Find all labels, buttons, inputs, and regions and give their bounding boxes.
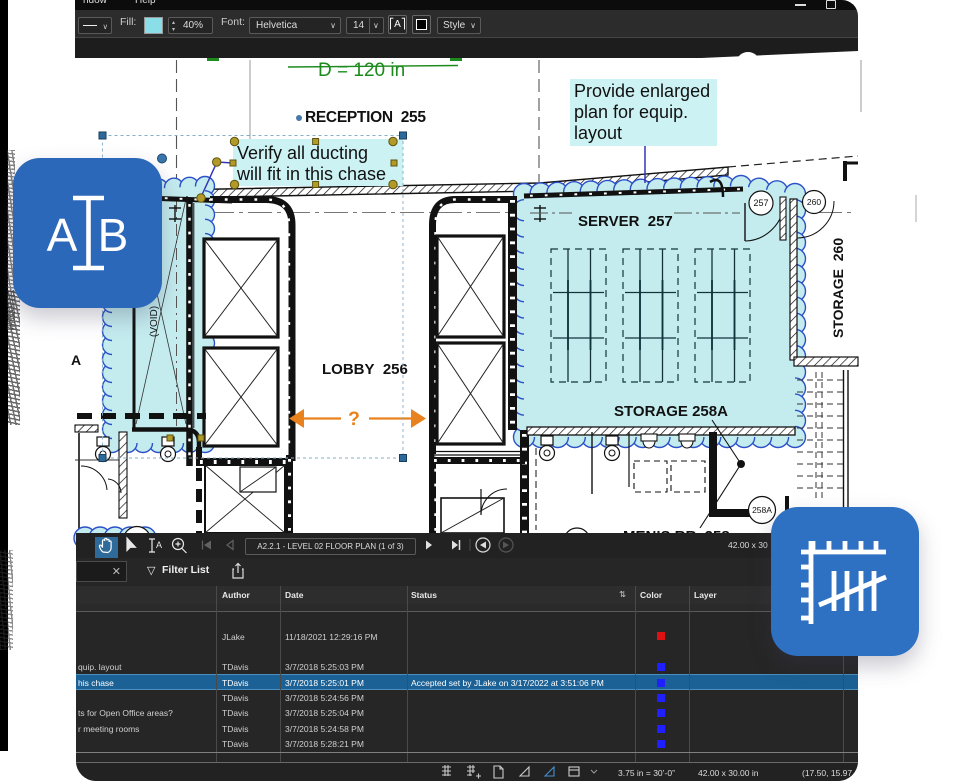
svg-text:260: 260 <box>807 197 821 207</box>
svg-text:LOBBY 256: LOBBY 256 <box>322 361 408 378</box>
svg-text:258A: 258A <box>752 505 772 515</box>
svg-text:plan for equip.: plan for equip. <box>574 102 688 122</box>
svg-text:D = 120 in: D = 120 in <box>318 60 405 81</box>
svg-text:layout: layout <box>574 123 622 143</box>
svg-text:will fit in this chase: will fit in this chase <box>236 164 386 184</box>
svg-text:?: ? <box>348 408 360 430</box>
svg-text:A: A <box>71 352 81 368</box>
svg-text:B: B <box>98 209 129 261</box>
svg-text:STORAGE 258A: STORAGE 258A <box>614 403 728 420</box>
svg-text:(VOID): (VOID) <box>149 306 160 337</box>
svg-text:Verify all ducting: Verify all ducting <box>237 143 368 163</box>
svg-text:SERVER 257: SERVER 257 <box>578 213 673 230</box>
svg-text:Provide enlarged: Provide enlarged <box>574 81 710 101</box>
svg-text:A: A <box>47 209 78 261</box>
svg-text:STORAGE 260: STORAGE 260 <box>830 238 846 338</box>
svg-text:A: A <box>156 540 162 550</box>
svg-text:257: 257 <box>753 198 768 208</box>
svg-text:RECEPTION 255: RECEPTION 255 <box>305 109 426 126</box>
